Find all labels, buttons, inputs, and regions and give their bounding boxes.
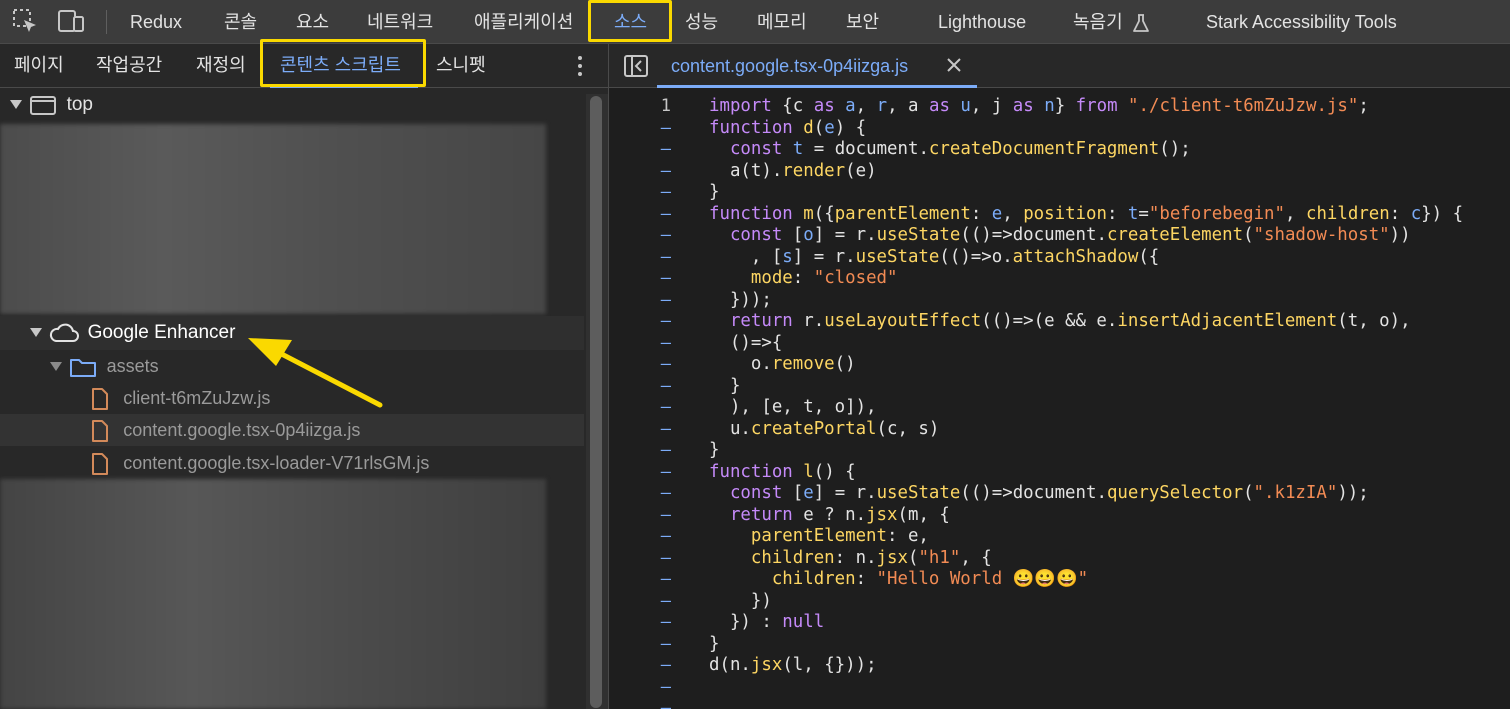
collapsed-line-marker: – — [660, 590, 671, 611]
tab-recorder-label: 녹음기 — [1073, 12, 1123, 32]
close-icon[interactable] — [945, 56, 963, 74]
collapsed-line-marker: – — [660, 160, 671, 181]
collapsed-line-marker: – — [660, 225, 671, 245]
collapsed-line-marker: – — [660, 483, 671, 503]
expand-triangle-icon[interactable] — [50, 362, 62, 372]
folder-icon — [70, 358, 97, 377]
flask-icon — [1132, 14, 1149, 33]
devtools-main-tabbar: Redux 콘솔 요소 네트워크 애플리케이션 소스 성능 메모리 보안 Lig… — [0, 0, 1510, 44]
collapsed-line-marker: – — [660, 332, 671, 353]
collapsed-line-marker: – — [660, 633, 671, 654]
file-icon — [92, 387, 108, 410]
file-label: content.google.tsx-loader-V71rlsGM.js — [123, 453, 430, 473]
collapsed-line-marker: – — [660, 246, 671, 267]
tab-network[interactable]: 네트워크 — [367, 0, 433, 44]
source-editor: content.google.tsx-0p4iizga.js 1 – – – –… — [609, 44, 1510, 709]
collapsed-line-marker: – — [660, 612, 671, 632]
sources-tab-highlight — [588, 0, 672, 42]
collapsed-line-marker: – — [660, 676, 671, 697]
navigator-tabbar: 페이지 작업공간 재정의 콘텐츠 스크립트 스니펫 — [0, 39, 608, 88]
tab-recorder[interactable]: 녹음기 — [1073, 0, 1150, 44]
tab-lighthouse[interactable]: Lighthouse — [938, 0, 1026, 44]
tree-node-assets-folder[interactable]: assets — [50, 350, 159, 382]
expand-triangle-icon[interactable] — [30, 328, 42, 338]
sources-navigator: 페이지 작업공간 재정의 콘텐츠 스크립트 스니펫 top Google Enh… — [0, 39, 608, 709]
collapsed-line-marker: – — [660, 526, 671, 546]
line-gutter: 1 – – – – – – – – – – – – – – – – – – – … — [609, 88, 689, 709]
file-icon — [92, 419, 108, 442]
kebab-menu-icon[interactable] — [572, 54, 588, 78]
tab-application[interactable]: 애플리케이션 — [474, 0, 573, 44]
collapsed-line-marker: – — [660, 354, 671, 374]
collapsed-line-marker: – — [660, 311, 671, 331]
inspect-icon[interactable] — [12, 8, 38, 34]
file-label: content.google.tsx-0p4iizga.js — [123, 420, 361, 440]
blurred-content — [0, 124, 546, 314]
tree-node-extension[interactable]: Google Enhancer — [30, 317, 235, 349]
collapsed-line-marker: – — [660, 569, 671, 589]
collapsed-line-marker: – — [660, 117, 671, 138]
collapsed-line-marker: – — [660, 375, 671, 396]
tab-workspace[interactable]: 작업공간 — [96, 44, 162, 88]
tree-file[interactable]: content.google.tsx-loader-V71rlsGM.js — [90, 447, 429, 479]
collapsed-line-marker: – — [660, 182, 671, 202]
file-icon — [92, 452, 108, 475]
collapsed-line-marker: – — [660, 397, 671, 417]
collapsed-line-marker: – — [660, 698, 671, 709]
collapsed-line-marker: – — [660, 504, 671, 525]
tab-console[interactable]: 콘솔 — [224, 0, 257, 44]
tab-memory[interactable]: 메모리 — [757, 0, 807, 44]
collapsed-line-marker: – — [660, 655, 671, 675]
tab-elements[interactable]: 요소 — [296, 0, 329, 44]
expand-triangle-icon[interactable] — [10, 100, 22, 110]
tree-file-selected[interactable]: content.google.tsx-0p4iizga.js — [90, 414, 360, 446]
active-tab-indicator — [657, 85, 977, 88]
file-label: client-t6mZuJzw.js — [123, 388, 271, 408]
collapsed-line-marker: – — [660, 139, 671, 159]
panel-toggle-icon[interactable] — [623, 54, 649, 78]
code-content[interactable]: import {c as a, r, a as u, j as n} from … — [709, 96, 1463, 677]
tab-security[interactable]: 보안 — [846, 0, 879, 44]
collapsed-line-marker: – — [660, 203, 671, 224]
scrollbar-thumb[interactable] — [590, 96, 602, 708]
tree-node-top[interactable]: top — [10, 89, 93, 121]
extension-name: Google Enhancer — [87, 322, 236, 343]
collapsed-line-marker: – — [660, 418, 671, 439]
collapsed-line-marker: – — [660, 440, 671, 460]
collapsed-line-marker: – — [660, 461, 671, 482]
collapsed-line-marker: – — [660, 289, 671, 310]
tree-node-top-label: top — [66, 94, 93, 115]
tab-redux[interactable]: Redux — [130, 0, 182, 44]
tab-stark-accessibility[interactable]: Stark Accessibility Tools — [1206, 0, 1397, 44]
blurred-content — [0, 479, 546, 709]
toolbar-separator — [106, 10, 107, 34]
tab-overrides[interactable]: 재정의 — [196, 44, 246, 88]
tab-performance[interactable]: 성능 — [685, 0, 718, 44]
folder-label: assets — [106, 356, 159, 376]
tree-file[interactable]: client-t6mZuJzw.js — [90, 382, 270, 414]
collapsed-line-marker: – — [660, 268, 671, 288]
editor-tab-file[interactable]: content.google.tsx-0p4iizga.js — [671, 44, 908, 88]
content-scripts-highlight — [260, 39, 426, 87]
tab-page[interactable]: 페이지 — [14, 44, 64, 88]
editor-tabbar: content.google.tsx-0p4iizga.js — [609, 44, 1510, 88]
tab-snippets[interactable]: 스니펫 — [436, 44, 486, 88]
device-toolbar-icon[interactable] — [56, 8, 86, 34]
line-number: 1 — [660, 96, 671, 116]
collapsed-line-marker: – — [660, 547, 671, 568]
frame-icon — [30, 95, 57, 115]
cloud-icon — [50, 323, 80, 342]
